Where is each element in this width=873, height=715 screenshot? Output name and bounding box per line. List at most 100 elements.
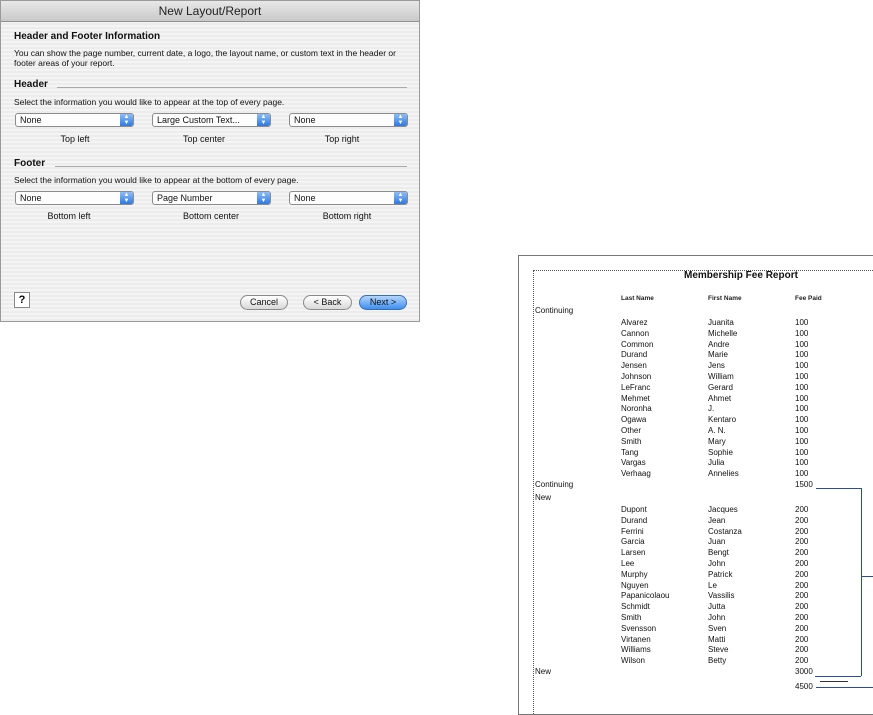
bottom-right-label: Bottom right [322,211,372,221]
next-button[interactable]: Next > [359,295,407,310]
row-first-name: Andre [708,339,730,349]
row-fee-paid: 200 [795,515,809,525]
top-left-value: None [20,115,42,125]
grand-total-connector [816,687,873,688]
row-first-name: Juanita [708,318,734,327]
row-last-name: Vargas [621,458,646,468]
bottom-center-popup[interactable]: Page Number ▲ ▼ [152,191,271,205]
bottom-left-value: None [20,193,42,203]
row-fee-paid: 200 [795,613,809,622]
subtotal-connector [816,488,861,489]
row-last-name: Durand [621,350,648,360]
row-last-name: Tang [621,447,639,457]
row-last-name: Johnson [621,372,652,381]
header-instruction: Select the information you would like to… [14,97,285,107]
top-right-label: Top right [324,134,360,144]
row-last-name: Dupont [621,505,647,514]
row-fee-paid: 100 [795,436,809,446]
grand-total: 4500 [795,682,813,691]
bottom-right-value: None [294,193,316,203]
row-fee-paid: 100 [795,382,809,392]
total-rule [820,681,848,682]
row-first-name: Marie [708,350,729,360]
row-fee-paid: 200 [795,505,809,514]
row-last-name: LeFranc [621,382,651,392]
subtotal-bracket [861,488,862,676]
row-first-name: Jutta [708,602,726,612]
row-fee-paid: 200 [795,656,809,666]
row-first-name: Vassilis [708,591,735,601]
row-fee-paid: 100 [795,328,809,338]
row-first-name: A. N. [708,426,726,435]
row-first-name: Steve [708,645,729,655]
row-fee-paid: 200 [795,580,809,590]
row-first-name: Michelle [708,328,738,338]
row-first-name: Sven [708,623,727,633]
row-last-name: Jensen [621,361,647,371]
row-fee-paid: 200 [795,602,809,612]
row-first-name: Jacques [708,505,738,514]
bottom-left-popup[interactable]: None ▲ ▼ [15,191,134,205]
group-footer: Continuing [535,480,574,489]
bracket-pointer [861,576,873,577]
bottom-left-label: Bottom left [47,211,91,221]
row-last-name: Wilson [621,656,646,666]
top-right-value: None [294,115,316,125]
top-left-popup[interactable]: None ▲ ▼ [15,113,134,127]
row-fee-paid: 200 [795,569,809,579]
group-header: Continuing [535,306,574,315]
row-fee-paid: 100 [795,426,809,435]
window-title: New Layout/Report [1,1,419,22]
row-fee-paid: 100 [795,404,809,414]
row-fee-paid: 100 [795,447,809,457]
footer-instruction: Select the information you would like to… [14,175,299,185]
row-fee-paid: 200 [795,548,809,558]
group-footer: New [535,667,552,676]
row-last-name: Ogawa [621,415,647,425]
column-header-first-name: First Name [708,295,742,302]
row-first-name: John [708,613,726,622]
popup-arrows-icon: ▲ ▼ [120,114,133,126]
top-center-popup[interactable]: Large Custom Text... ▲ ▼ [152,113,271,127]
row-last-name: Nguyen [621,580,649,590]
row-last-name: Garcia [621,537,645,547]
row-fee-paid: 200 [795,634,809,644]
row-first-name: Jean [708,515,726,525]
row-last-name: Verhaag [621,469,651,479]
row-last-name: Larsen [621,548,646,558]
row-first-name: William [708,372,734,381]
row-first-name: Mary [708,436,726,446]
row-fee-paid: 200 [795,526,809,536]
dialog-description: You can show the page number, current da… [14,48,396,68]
back-button[interactable]: < Back [303,295,352,310]
row-first-name: Jens [708,361,725,371]
row-first-name: J. [708,404,715,414]
row-fee-paid: 200 [795,537,809,547]
row-last-name: Ferrini [621,526,644,536]
row-first-name: Le [708,580,717,590]
dialog-heading: Header and Footer Information [14,31,161,42]
cancel-button[interactable]: Cancel [240,295,288,310]
bottom-right-popup[interactable]: None ▲ ▼ [289,191,408,205]
row-fee-paid: 200 [795,591,809,601]
row-fee-paid: 200 [795,559,809,568]
group-header: New [535,493,552,502]
group-subtotal: 3000 [795,667,813,676]
top-right-popup[interactable]: None ▲ ▼ [289,113,408,127]
row-first-name: Kentaro [708,415,737,425]
row-first-name: Ahmet [708,393,732,403]
row-last-name: Schmidt [621,602,650,612]
row-fee-paid: 100 [795,469,809,479]
footer-section-label: Footer [14,158,46,169]
row-last-name: Virtanen [621,634,651,644]
row-fee-paid: 200 [795,623,809,633]
row-first-name: Costanza [708,526,742,536]
row-last-name: Alvarez [621,318,648,327]
header-divider [57,87,407,88]
help-button[interactable]: ? [14,292,30,308]
top-left-label: Top left [60,134,90,144]
column-header-last-name: Last Name [621,295,654,302]
row-last-name: Papanicolaou [621,591,670,601]
popup-arrows-icon: ▲ ▼ [257,114,270,126]
row-fee-paid: 100 [795,372,809,381]
